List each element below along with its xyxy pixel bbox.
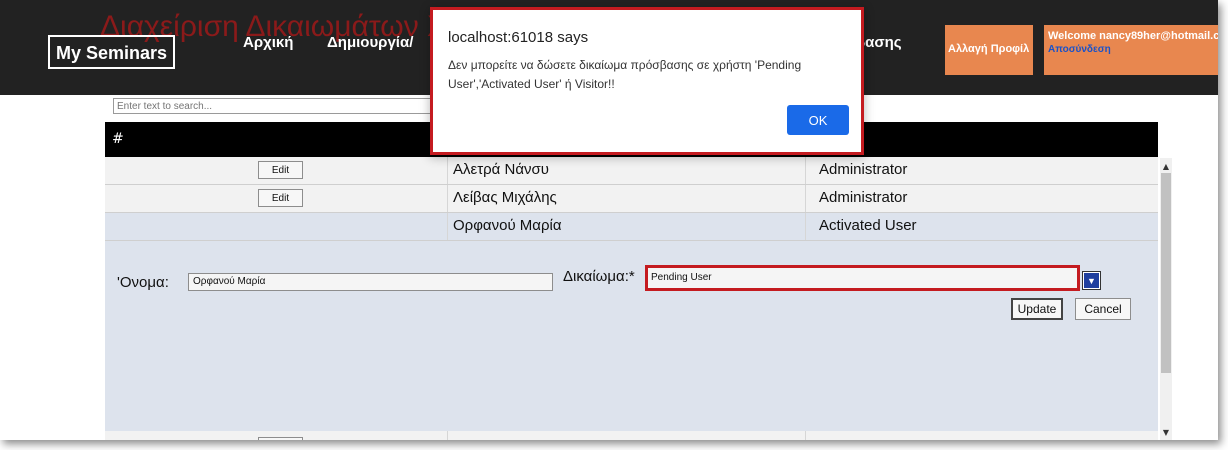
logout-link[interactable]: Αποσύνδεση: [1048, 44, 1218, 55]
table-row: Π M: [105, 431, 1158, 440]
alert-dialog: localhost:61018 says Δεν μπορείτε να δώσ…: [430, 7, 864, 155]
user-role: Activated User: [819, 217, 917, 234]
update-button[interactable]: Update: [1011, 298, 1063, 320]
search-input[interactable]: [113, 98, 437, 114]
scroll-down-arrow-icon[interactable]: ▼: [1160, 426, 1172, 438]
dialog-title: localhost:61018 says: [448, 29, 589, 46]
scrollbar[interactable]: ▲ ▼: [1160, 158, 1172, 440]
user-name: Ορφανού Μαρία: [453, 217, 562, 234]
table-row: Edit Αλετρά Νάνσυ Administrator: [105, 157, 1158, 185]
nav-link-home[interactable]: Αρχική: [243, 34, 293, 51]
role-select[interactable]: Pending User: [645, 265, 1080, 291]
change-profile-button[interactable]: Αλλαγή Προφίλ: [945, 25, 1033, 75]
scroll-thumb[interactable]: [1161, 173, 1171, 373]
column-header-hash: #: [112, 131, 124, 147]
user-name: Π: [447, 437, 464, 440]
welcome-box: Welcome nancy89her@hotmail.com Αποσύνδεσ…: [1044, 25, 1218, 75]
welcome-text: Welcome nancy89her@hotmail.com: [1048, 30, 1218, 42]
cancel-button[interactable]: Cancel: [1075, 298, 1131, 320]
edit-button[interactable]: [258, 437, 303, 440]
name-field[interactable]: Ορφανού Μαρία: [188, 273, 553, 291]
brand-link[interactable]: My Seminars: [48, 35, 176, 69]
scroll-up-arrow-icon[interactable]: ▲: [1160, 160, 1172, 172]
ok-button[interactable]: OK: [787, 105, 849, 135]
users-grid: # α Edit Αλετρά Νάνσυ Administrator Edit…: [105, 122, 1158, 440]
user-name: Λείβας Μιχάλης: [453, 189, 557, 206]
user-role: Administrator: [819, 161, 908, 178]
role-label: Δικαίωμα:*: [563, 268, 635, 285]
browser-page: Διαχείριση Δικαιωμάτων Χρηστών My Semina…: [0, 0, 1218, 440]
table-row-selected: Ορφανού Μαρία Activated User: [105, 213, 1158, 241]
user-role: M: [813, 437, 832, 440]
table-row: Edit Λείβας Μιχάλης Administrator: [105, 185, 1158, 213]
user-name: Αλετρά Νάνσυ: [453, 161, 549, 178]
edit-button[interactable]: Edit: [258, 161, 303, 179]
dropdown-arrow-icon[interactable]: ▼: [1083, 272, 1100, 289]
name-label: 'Ονομα:: [117, 274, 169, 291]
edit-form: 'Ονομα: Ορφανού Μαρία Δικαίωμα:* Pending…: [105, 241, 1158, 431]
nav-link-create[interactable]: Δημιουργία/: [327, 34, 413, 51]
user-role: Administrator: [819, 189, 908, 206]
role-select-value: Pending User: [651, 272, 712, 283]
dialog-message: Δεν μπορείτε να δώσετε δικαίωμα πρόσβαση…: [448, 58, 802, 91]
edit-button[interactable]: Edit: [258, 189, 303, 207]
